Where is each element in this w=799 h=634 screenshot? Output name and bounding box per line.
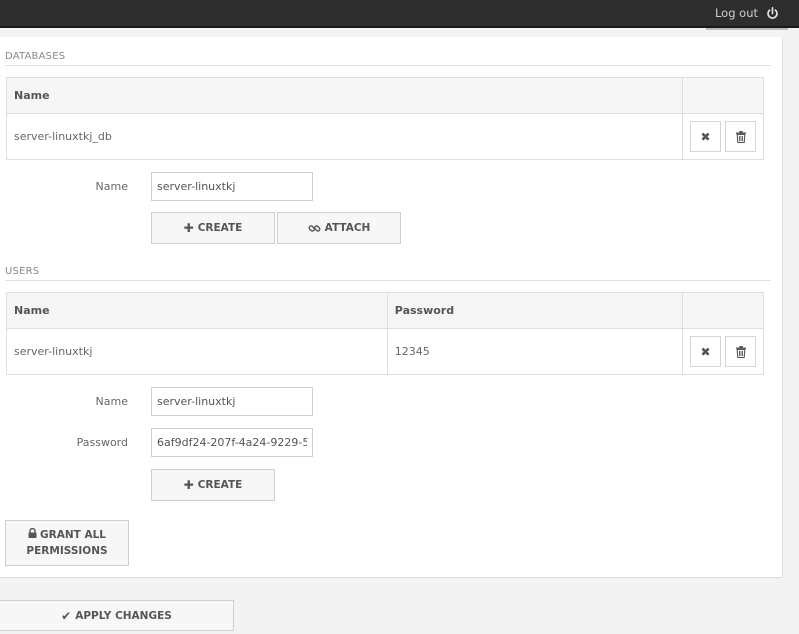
row-actions: ✖ bbox=[683, 114, 764, 160]
close-icon: ✖ bbox=[700, 344, 711, 359]
content-panel: DATABASES Name server-linuxtkj_db ✖ Name… bbox=[0, 37, 783, 578]
logout-button[interactable]: Log out bbox=[715, 6, 779, 20]
user-password-input[interactable] bbox=[151, 428, 313, 457]
user-name-label: Name bbox=[95, 395, 128, 408]
plus-icon: ✚ bbox=[183, 478, 194, 492]
users-section-title: USERS bbox=[5, 266, 40, 277]
user-password-cell: 12345 bbox=[387, 328, 684, 375]
grant-label-line2: PERMISSIONS bbox=[26, 545, 108, 557]
column-header-name: Name bbox=[6, 292, 388, 329]
power-icon bbox=[767, 6, 778, 19]
row-actions: ✖ bbox=[683, 329, 764, 375]
delete-user-button[interactable] bbox=[725, 336, 756, 367]
apply-changes-label: APPLY CHANGES bbox=[75, 609, 172, 622]
link-icon bbox=[308, 224, 321, 232]
create-database-button[interactable]: ✚ CREATE bbox=[151, 212, 275, 244]
table-row: server-linuxtkj_db ✖ bbox=[6, 113, 764, 160]
tab-indicator bbox=[706, 28, 788, 30]
databases-section-title: DATABASES bbox=[5, 51, 66, 62]
users-divider bbox=[5, 280, 771, 281]
column-header-name: Name bbox=[6, 77, 683, 114]
trash-icon bbox=[735, 345, 746, 358]
plus-icon: ✚ bbox=[183, 221, 194, 235]
table-row: server-linuxtkj 12345 ✖ bbox=[6, 328, 764, 375]
databases-divider bbox=[5, 65, 771, 66]
attach-database-label: ATTACH bbox=[324, 222, 371, 234]
grant-label-line1: GRANT ALL bbox=[40, 529, 106, 541]
apply-changes-button[interactable]: ✔ APPLY CHANGES bbox=[0, 600, 234, 631]
lock-icon bbox=[28, 527, 37, 538]
database-name-input[interactable] bbox=[151, 172, 313, 201]
column-header-password: Password bbox=[387, 292, 684, 329]
table-header-row: Name Password bbox=[6, 292, 764, 329]
logout-label: Log out bbox=[714, 6, 758, 20]
trash-icon bbox=[735, 130, 746, 143]
create-user-button[interactable]: ✚ CREATE bbox=[151, 469, 275, 501]
close-icon: ✖ bbox=[700, 129, 711, 144]
check-icon: ✔ bbox=[61, 608, 72, 623]
database-name-cell: server-linuxtkj_db bbox=[6, 113, 683, 160]
user-name-input[interactable] bbox=[151, 387, 313, 416]
column-header-actions bbox=[682, 292, 764, 329]
remove-user-button[interactable]: ✖ bbox=[690, 336, 721, 367]
user-name-cell: server-linuxtkj bbox=[6, 328, 388, 375]
detach-button[interactable]: ✖ bbox=[690, 121, 721, 152]
create-user-label: CREATE bbox=[197, 479, 243, 491]
create-database-label: CREATE bbox=[197, 222, 243, 234]
grant-all-permissions-button[interactable]: GRANT ALL PERMISSIONS bbox=[5, 520, 129, 566]
table-header-row: Name bbox=[6, 77, 764, 114]
attach-database-button[interactable]: ATTACH bbox=[277, 212, 401, 244]
column-header-actions bbox=[682, 77, 764, 114]
delete-button[interactable] bbox=[725, 121, 756, 152]
users-table: Name Password server-linuxtkj 12345 ✖ bbox=[6, 292, 764, 375]
top-bar: Log out bbox=[0, 0, 799, 28]
database-name-label: Name bbox=[95, 180, 128, 193]
user-password-label: Password bbox=[76, 436, 128, 449]
databases-table: Name server-linuxtkj_db ✖ bbox=[6, 77, 764, 160]
